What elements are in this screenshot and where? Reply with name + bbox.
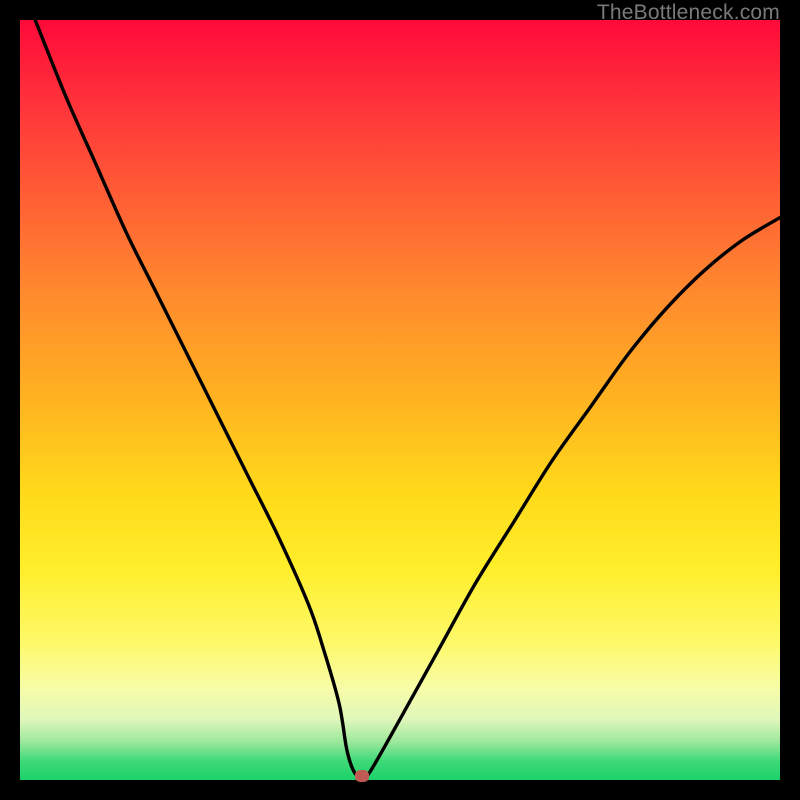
- chart-frame: TheBottleneck.com: [0, 0, 800, 800]
- minimum-marker: [355, 770, 369, 782]
- curve-path: [35, 20, 780, 778]
- bottleneck-curve: [20, 20, 780, 780]
- plot-area: [20, 20, 780, 780]
- watermark-text: TheBottleneck.com: [597, 1, 780, 25]
